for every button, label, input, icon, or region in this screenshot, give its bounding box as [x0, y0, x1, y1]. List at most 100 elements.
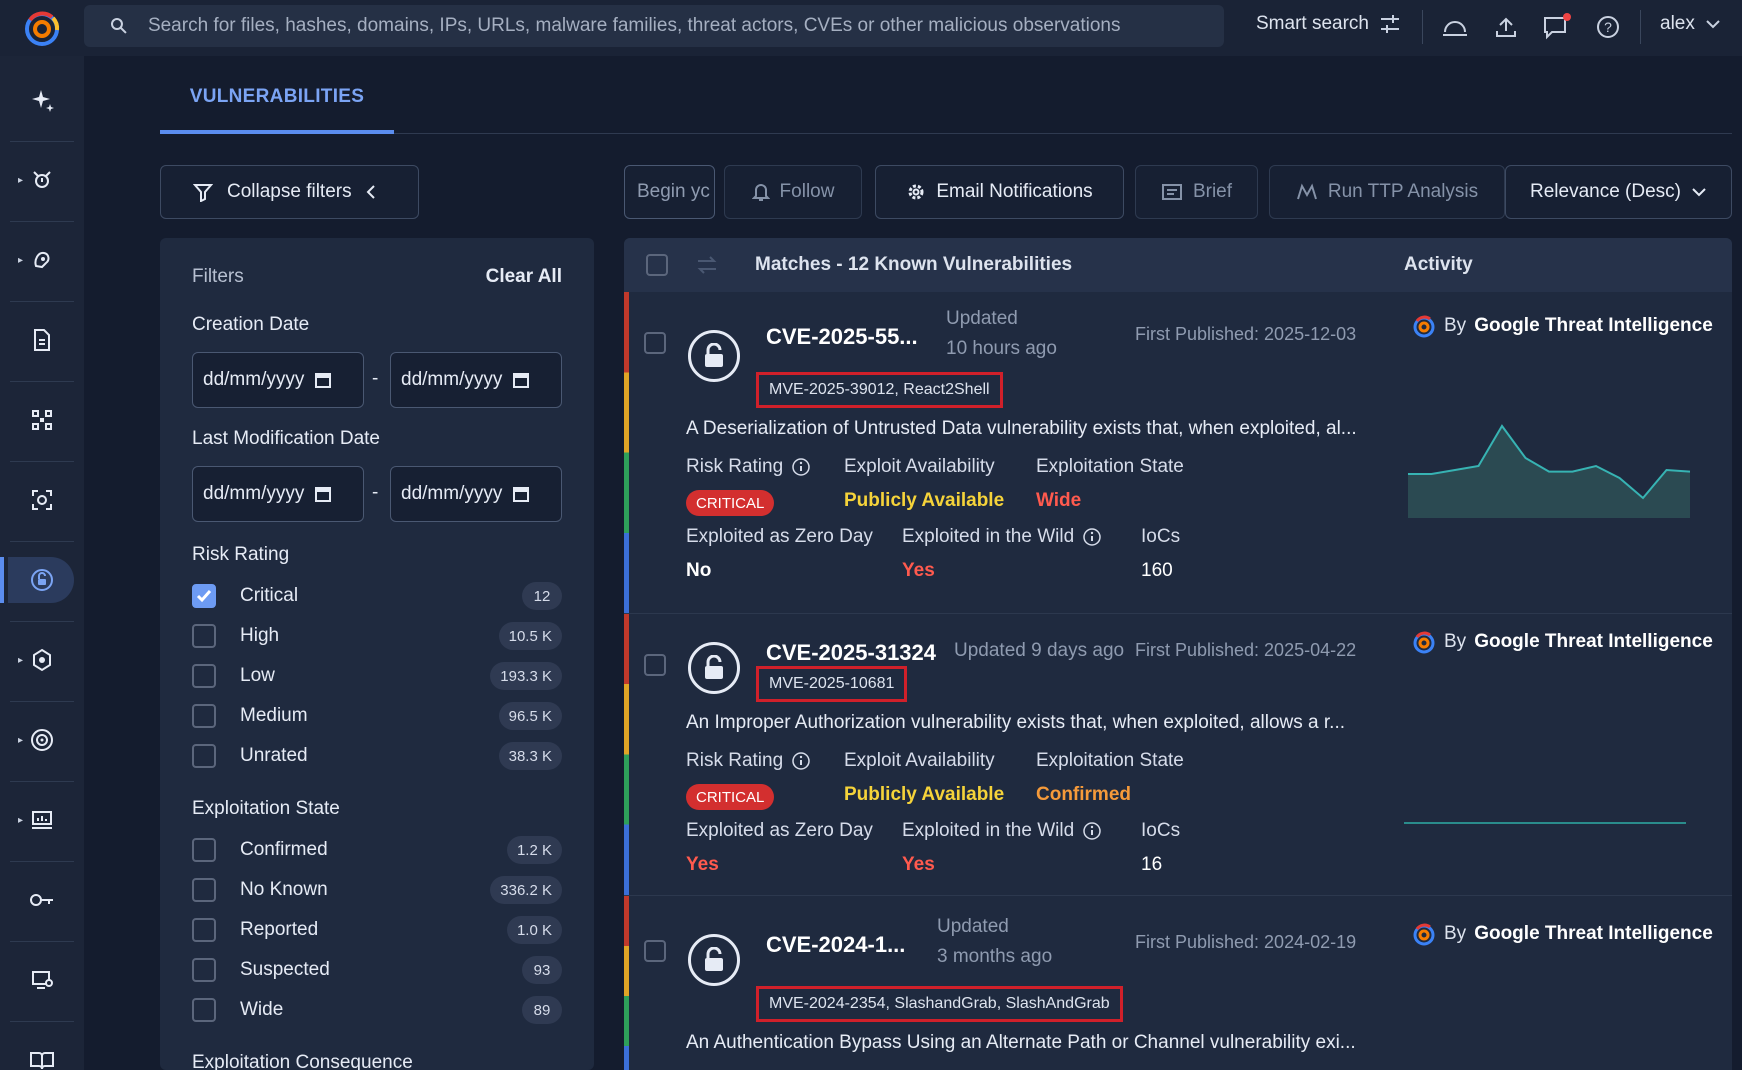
info-icon[interactable]	[1082, 821, 1102, 841]
tab-vulnerabilities[interactable]: VULNERABILITIES	[160, 86, 394, 134]
document-icon	[34, 329, 50, 351]
rail-item-keys[interactable]	[0, 864, 84, 936]
last-mod-date-label: Last Modification Date	[192, 428, 380, 449]
severity-stripe	[624, 292, 629, 613]
last-mod-date-from[interactable]: dd/mm/yyyy	[192, 466, 364, 522]
checkbox[interactable]	[192, 958, 216, 982]
rail-item-reports[interactable]	[0, 304, 84, 376]
checkbox[interactable]	[192, 878, 216, 902]
filter-option-medium[interactable]: Medium 96.5 K	[192, 698, 562, 734]
filter-option-high[interactable]: High 10.5 K	[192, 618, 562, 654]
row-checkbox[interactable]	[644, 940, 666, 962]
checkbox[interactable]	[192, 998, 216, 1022]
rail-item-devices[interactable]	[0, 944, 84, 1016]
last-mod-date-to[interactable]: dd/mm/yyyy	[390, 466, 562, 522]
rail-item-threats[interactable]: ▸	[0, 144, 84, 216]
checkbox[interactable]	[192, 584, 216, 608]
aliases-tag: MVE-2024-2354, SlashandGrab, SlashAndGra…	[756, 986, 1123, 1022]
begin-input[interactable]: Begin yc	[624, 165, 715, 219]
cve-id-link[interactable]: CVE-2024-1...	[766, 932, 905, 958]
info-icon[interactable]	[791, 751, 811, 771]
checkbox[interactable]	[192, 704, 216, 728]
zero-day-value: No	[686, 560, 712, 581]
chevron-left-icon	[366, 185, 375, 199]
rail-item-scan[interactable]	[0, 464, 84, 536]
filter-option-low[interactable]: Low 193.3 K	[192, 658, 562, 694]
option-count: 96.5 K	[498, 702, 562, 730]
source-attribution: By Google Threat Intelligence	[1412, 314, 1713, 338]
aliases-tag: MVE-2025-39012, React2Shell	[756, 372, 1003, 408]
row-checkbox[interactable]	[644, 332, 666, 354]
collapse-filters-label: Collapse filters	[227, 181, 352, 202]
rail-item-dashboards[interactable]: ▸	[0, 784, 84, 856]
cve-description: An Authentication Bypass Using an Altern…	[686, 1032, 1356, 1053]
exploitation-state-label: Exploitation State	[1036, 456, 1184, 477]
checkbox[interactable]	[192, 664, 216, 688]
divider	[1640, 10, 1641, 44]
notifications-icon[interactable]	[1542, 12, 1572, 42]
checkbox[interactable]	[192, 918, 216, 942]
rail-item-monitor[interactable]: ▸	[0, 704, 84, 776]
info-icon[interactable]	[1082, 527, 1102, 547]
by-label: By	[1444, 315, 1467, 336]
rail-item-actors[interactable]: ▸	[0, 224, 84, 296]
hunting-icon[interactable]	[1440, 12, 1470, 42]
clear-all-button[interactable]: Clear All	[486, 266, 562, 288]
date-range-separator: -	[372, 368, 379, 389]
help-icon[interactable]: ?	[1593, 12, 1623, 42]
rail-item-docs[interactable]	[0, 1024, 84, 1070]
brief-button[interactable]: Brief	[1135, 165, 1258, 219]
row-checkbox[interactable]	[644, 654, 666, 676]
checkbox[interactable]	[192, 838, 216, 862]
creation-date-from[interactable]: dd/mm/yyyy	[192, 352, 364, 408]
option-label: Confirmed	[240, 839, 328, 860]
email-notifications-button[interactable]: Email Notifications	[875, 165, 1124, 219]
risk-badge-critical: CRITICAL	[686, 490, 775, 516]
filter-option-unrated[interactable]: Unrated 38.3 K	[192, 738, 562, 774]
creation-date-to[interactable]: dd/mm/yyyy	[390, 352, 562, 408]
filter-option-suspected[interactable]: Suspected 93	[192, 952, 562, 988]
updated-line-1: Updated	[937, 916, 1009, 937]
select-all-checkbox[interactable]	[646, 254, 668, 276]
iocs-value[interactable]: 16	[1141, 854, 1162, 876]
vulnerability-lock-icon	[688, 934, 740, 986]
smart-search-button[interactable]: Smart search	[1256, 13, 1401, 35]
option-label: Unrated	[240, 745, 308, 766]
rail-item-graph[interactable]	[0, 384, 84, 456]
rail-item-ai[interactable]	[0, 64, 84, 136]
checkbox[interactable]	[192, 624, 216, 648]
info-icon[interactable]	[791, 457, 811, 477]
checkbox[interactable]	[192, 744, 216, 768]
expand-caret-icon: ▸	[18, 254, 24, 266]
vulnerability-card[interactable]: CVE-2025-55... Updated 10 hours ago Firs…	[624, 292, 1732, 614]
collapse-filters-button[interactable]: Collapse filters	[160, 165, 419, 219]
cve-id-link[interactable]: CVE-2025-55...	[766, 324, 918, 350]
source-name: Google Threat Intelligence	[1474, 315, 1713, 336]
iocs-value[interactable]: 160	[1141, 560, 1173, 582]
search-input[interactable]	[147, 15, 1224, 37]
filter-option-no-known[interactable]: No Known 336.2 K	[192, 872, 562, 908]
cve-id-link[interactable]: CVE-2025-31324	[766, 640, 936, 666]
option-count: 89	[522, 996, 562, 1024]
swap-icon[interactable]	[696, 255, 718, 275]
global-search[interactable]	[84, 5, 1224, 47]
activity-column-header: Activity	[1404, 254, 1473, 275]
gti-logo-icon	[1413, 923, 1435, 946]
run-ttp-analysis-button[interactable]: Run TTP Analysis	[1269, 165, 1505, 219]
filter-option-wide[interactable]: Wide 89	[192, 992, 562, 1028]
vulnerability-card[interactable]: CVE-2024-1... Updated 3 months ago First…	[624, 896, 1732, 1070]
vulnerability-card[interactable]: CVE-2025-31324 Updated 9 days ago First …	[624, 614, 1732, 896]
rail-item-vulnerabilities[interactable]	[0, 544, 84, 616]
sort-dropdown[interactable]: Relevance (Desc)	[1505, 165, 1732, 219]
user-menu[interactable]: alex	[1660, 13, 1721, 35]
filter-option-reported[interactable]: Reported 1.0 K	[192, 912, 562, 948]
creation-date-label: Creation Date	[192, 314, 310, 335]
risk-rating-heading: Risk Rating	[192, 544, 290, 565]
rail-item-malware[interactable]: ▸	[0, 624, 84, 696]
updated-line-2: 3 months ago	[937, 946, 1053, 967]
filter-option-critical[interactable]: Critical 12	[192, 578, 562, 614]
app-logo-icon[interactable]	[22, 8, 62, 48]
upload-icon[interactable]	[1491, 12, 1521, 42]
follow-button[interactable]: Follow	[724, 165, 862, 219]
filter-option-confirmed[interactable]: Confirmed 1.2 K	[192, 832, 562, 868]
